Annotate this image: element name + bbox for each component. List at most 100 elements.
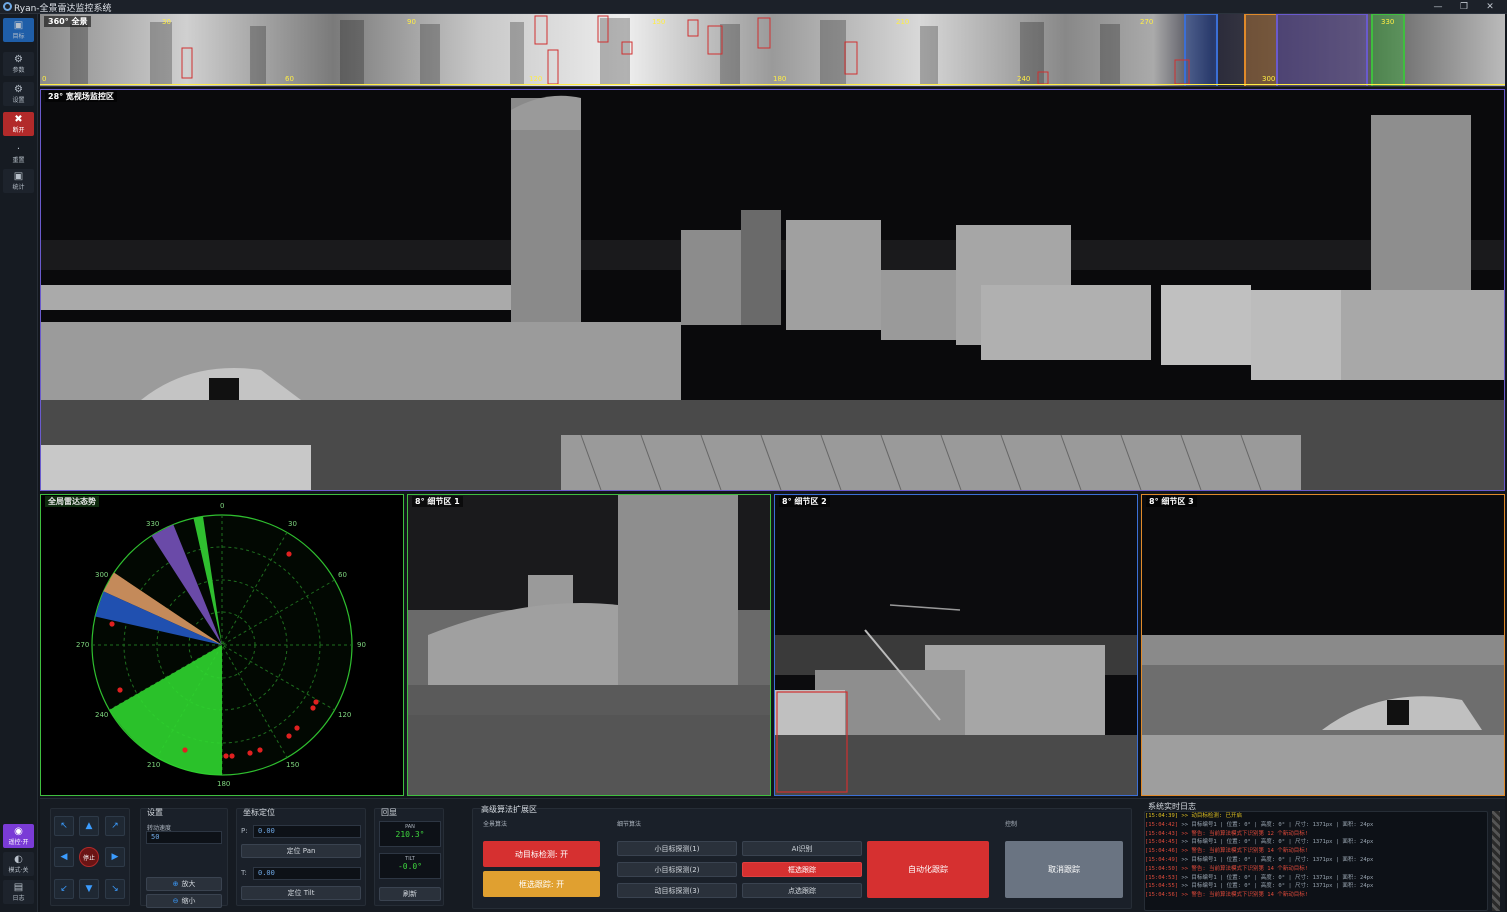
sidebar: ▣ 目标 ⚙ 参数 ⚙ 设置 ✖ 断开 · 重置 ▣ 统计 ◉ 遥控·开 ◐ 模式·关 ▤ 日志	[0, 14, 38, 912]
algorithm-group: 高级算法扩展区 全景算法 动目标检测: 开 框选跟踪: 开 细节算法 小目标探测…	[472, 805, 1132, 909]
ptz-left-button[interactable]: ◀	[54, 847, 74, 867]
close-button[interactable]: ✕	[1477, 0, 1503, 14]
algorithm-group-title: 高级算法扩展区	[481, 805, 537, 814]
detail-view-2[interactable]: 8° 细节区 2	[774, 494, 1138, 796]
ptz-stop-button[interactable]: 停止	[79, 847, 99, 867]
detail-view-1-label: 8° 细节区 1	[412, 496, 463, 507]
app-title: Ryan-全景雷达监控系统	[14, 4, 112, 14]
ptz-up-left-button[interactable]: ↖	[54, 816, 74, 836]
sidebar-item-params[interactable]: ⚙ 参数	[3, 52, 34, 76]
pano-tick-bottom: 0	[42, 75, 47, 83]
log-message: >> 警告: 当前算法模式下识别第 14 个新动目标!	[1181, 865, 1309, 872]
pan-input[interactable]: 0.00	[253, 825, 361, 838]
frame-track-button[interactable]: 框选跟踪	[742, 862, 862, 877]
detail-view-1[interactable]: 8° 细节区 1	[407, 494, 771, 796]
radar-bearing: 240	[95, 711, 109, 719]
wide-view-label: 28° 宽视场监控区	[45, 91, 117, 102]
locate-tilt-button[interactable]: 定位 Tilt	[241, 886, 361, 900]
sidebar-item-mode[interactable]: ◐ 模式·关	[3, 852, 34, 876]
ptz-down-button[interactable]: ▼	[79, 879, 99, 899]
pano-tick-top: 210	[896, 18, 910, 26]
radar-bearing: 120	[338, 711, 352, 719]
detail-view-3[interactable]: 8° 细节区 3	[1141, 494, 1505, 796]
sidebar-item-remote[interactable]: ◉ 遥控·开	[3, 824, 34, 848]
ptz-down-left-button[interactable]: ↙	[54, 879, 74, 899]
sidebar-item-label: 设置	[12, 96, 25, 104]
motion-detect-toggle[interactable]: 动目标检测: 开	[483, 841, 600, 867]
radar-bearing: 150	[286, 761, 300, 769]
locate-pan-button[interactable]: 定位 Pan	[241, 844, 361, 858]
log-message: >> 目标编号1 | 位置: 0° | 高度: 0° | 尺寸: 1371px …	[1181, 821, 1374, 828]
speed-group: 设置 转动速度 50 ⊕ 放大 ⊖ 缩小	[140, 808, 228, 908]
log-message: >> 警告: 当前算法模式下识别第 14 个新动目标!	[1181, 848, 1309, 855]
sidebar-item-settings[interactable]: ⚙ 设置	[3, 82, 34, 106]
small-target-1-button[interactable]: 小目标探测(1)	[617, 841, 737, 856]
log-time: [15:04:43]	[1145, 830, 1179, 837]
log-entry: [15:04:46] >> 警告: 当前算法模式下识别第 14 个新动目标!	[1145, 847, 1487, 856]
radar-bearing: 30	[288, 520, 297, 528]
ai-recognition-button[interactable]: AI识别	[742, 841, 862, 856]
log-entry: [15:04:45] >> 目标编号1 | 位置: 0° | 高度: 0° | …	[1145, 838, 1487, 847]
wide-view-image	[41, 90, 1504, 490]
tilt-readout: TILT -0.0°	[379, 853, 441, 879]
panorama-strip[interactable]: 360° 全景 30 90 150 210 270 330 0 60 120 1…	[40, 14, 1505, 87]
zoom-in-button[interactable]: ⊕ 放大	[146, 877, 222, 891]
zoom-out-icon: ⊖	[172, 897, 179, 905]
pan-readout: PAN 210.3°	[379, 821, 441, 847]
control-bar: ↖ ▲ ↗ ◀ 停止 ▶ ↙ ▼ ↘ 设置 转动速度 50 ⊕ 放大 ⊖ 缩小 坐标…	[40, 798, 1505, 912]
moving-target-button[interactable]: 动目标探测(3)	[617, 883, 737, 898]
radar-bearing: 300	[95, 571, 109, 579]
radar-bearing: 270	[76, 641, 90, 649]
log-icon: ▤	[13, 881, 24, 893]
radar-bearing: 0	[220, 502, 225, 510]
sidebar-item-target[interactable]: ▣ 目标	[3, 18, 34, 42]
sidebar-item-log[interactable]: ▤ 日志	[3, 880, 34, 904]
readout-group-title: 回显	[381, 808, 397, 817]
sidebar-item-label: 统计	[12, 183, 25, 191]
box-track-toggle[interactable]: 框选跟踪: 开	[483, 871, 600, 897]
ptz-up-right-button[interactable]: ↗	[105, 816, 125, 836]
log-entry: [15:04:56] >> 警告: 当前算法模式下识别第 14 个新动目标!	[1145, 891, 1487, 900]
ptz-pad: ↖ ▲ ↗ ◀ 停止 ▶ ↙ ▼ ↘	[50, 808, 130, 906]
log-time: [15:04:55]	[1145, 883, 1179, 890]
log-time: [15:04:49]	[1145, 856, 1179, 863]
tilt-readout-value: -0.0°	[397, 862, 423, 871]
small-target-2-button[interactable]: 小目标探测(2)	[617, 862, 737, 877]
ptz-right-button[interactable]: ▶	[105, 847, 125, 867]
sidebar-item-label: 遥控·开	[8, 838, 29, 846]
cancel-track-button[interactable]: 取消跟踪	[1005, 841, 1123, 898]
log-entry: [15:04:43] >> 警告: 当前算法模式下识别第 12 个新动目标!	[1145, 830, 1487, 839]
dot-icon: ·	[16, 143, 21, 155]
refresh-button[interactable]: 刷新	[379, 887, 441, 901]
log-time: [15:04:56]	[1145, 892, 1179, 899]
pano-tick-top: 270	[1140, 18, 1154, 26]
sidebar-item-stats[interactable]: ▣ 统计	[3, 169, 34, 193]
log-scrollbar[interactable]	[1492, 811, 1500, 911]
radar-panel[interactable]: 全局雷达态势 0 30 60 90 120 150 180 210 240 27…	[40, 494, 404, 796]
title-bar: Ryan-全景雷达监控系统 — ❐ ✕	[0, 0, 1507, 14]
wide-view[interactable]: 28° 宽视场监控区	[40, 89, 1505, 491]
maximize-button[interactable]: ❐	[1451, 0, 1477, 14]
minimize-button[interactable]: —	[1425, 0, 1451, 14]
point-track-button[interactable]: 点选跟踪	[742, 883, 862, 898]
speed-group-title: 设置	[147, 808, 163, 817]
log-message: >> 目标编号1 | 位置: 0° | 高度: 0° | 尺寸: 1371px …	[1181, 839, 1374, 846]
sidebar-item-label: 重置	[12, 156, 25, 164]
pano-tick-bottom: 120	[529, 75, 543, 83]
ptz-up-button[interactable]: ▲	[79, 816, 99, 836]
sidebar-item-reset[interactable]: · 重置	[3, 142, 34, 166]
ptz-down-right-button[interactable]: ↘	[105, 879, 125, 899]
zoom-out-button[interactable]: ⊖ 缩小	[146, 894, 222, 908]
readout-group: 回显 PAN 210.3° TILT -0.0° 刷新	[374, 808, 444, 906]
log-panel[interactable]: [15:04:39] >> 动目标检测: 已开启 [15:04:42] >> 目…	[1144, 811, 1488, 911]
speed-input[interactable]: 50	[146, 831, 222, 844]
log-entry: [15:04:49] >> 目标编号1 | 位置: 0° | 高度: 0° | …	[1145, 856, 1487, 865]
auto-track-button[interactable]: 自动化跟踪	[867, 841, 989, 898]
radar-bearing: 180	[217, 780, 231, 788]
sidebar-item-disconnect[interactable]: ✖ 断开	[3, 112, 34, 136]
detail-view-1-image	[408, 495, 770, 795]
pano-tick-bottom: 180	[773, 75, 787, 83]
detail-view-3-label: 8° 细节区 3	[1146, 496, 1197, 507]
tilt-input[interactable]: 0.00	[253, 867, 361, 880]
remote-icon: ◉	[14, 825, 23, 837]
